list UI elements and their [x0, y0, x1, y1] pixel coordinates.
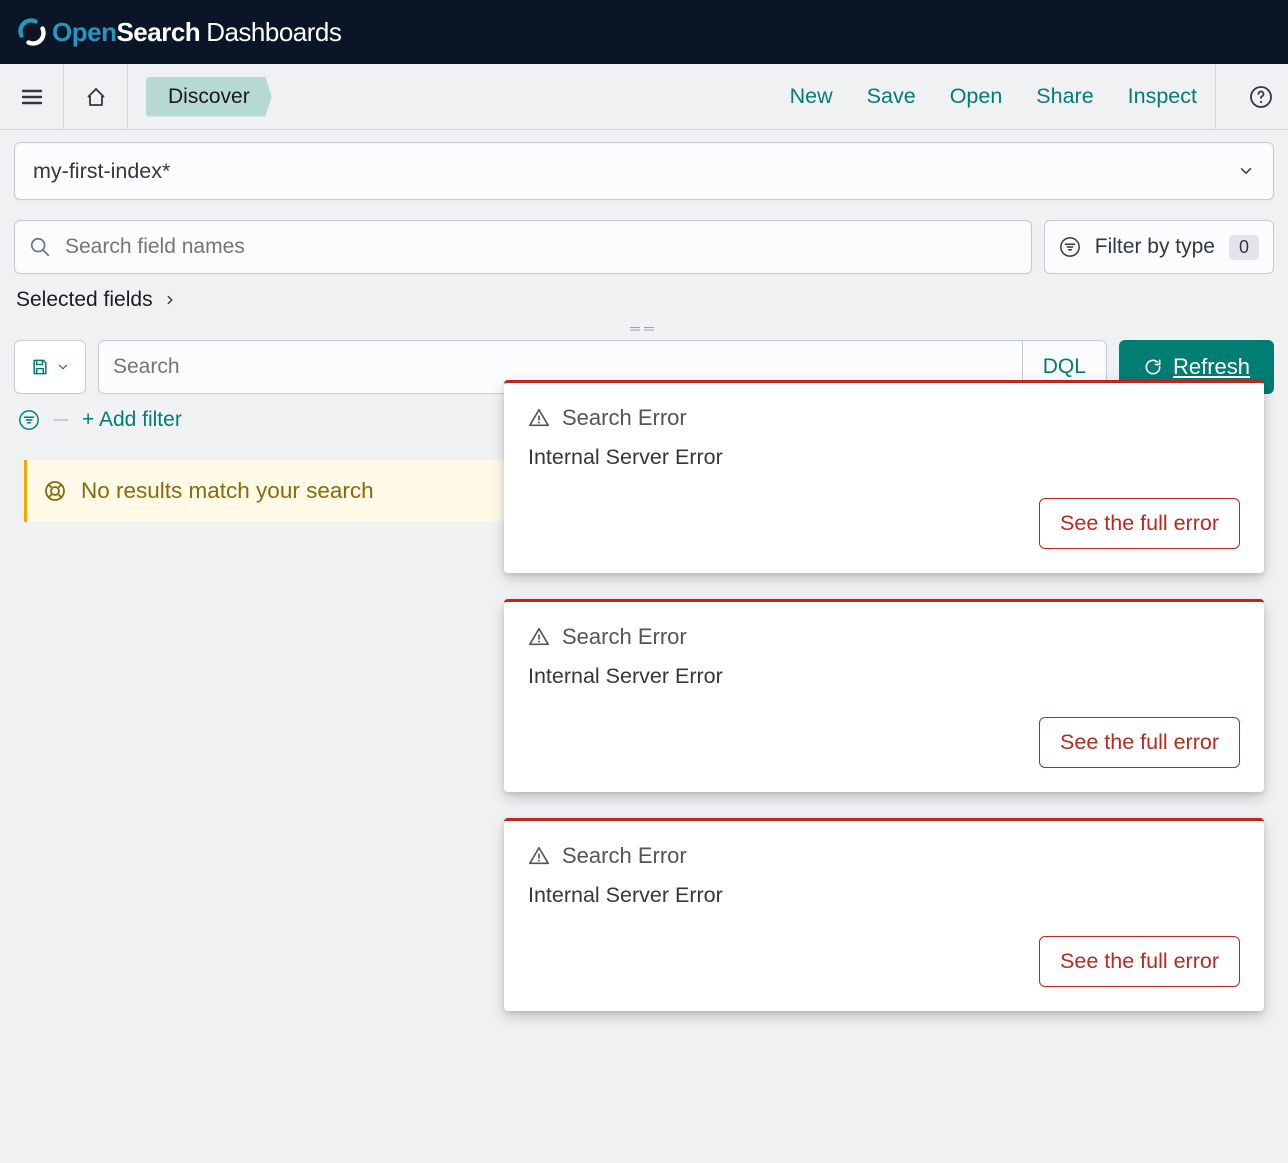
field-search-box[interactable]: [14, 220, 1032, 274]
home-icon: [84, 85, 108, 109]
refresh-label: Refresh: [1173, 354, 1250, 380]
chevron-down-icon: [1237, 162, 1255, 180]
callout-text: No results match your search: [81, 478, 374, 504]
tab-label: Discover: [168, 85, 250, 108]
brand-logo[interactable]: OpenSearchDashboards: [18, 17, 341, 48]
warning-icon: [528, 845, 550, 867]
chevron-down-icon: [56, 360, 70, 374]
selected-fields-toggle[interactable]: Selected fields: [14, 288, 1274, 312]
see-full-error-button[interactable]: See the full error: [1039, 717, 1240, 768]
toast-title-text: Search Error: [562, 405, 687, 431]
nav-share[interactable]: Share: [1036, 84, 1093, 109]
see-full-error-button[interactable]: See the full error: [1039, 936, 1240, 987]
toast-body-text: Internal Server Error: [528, 883, 1240, 908]
error-toast: Search Error Internal Server Error See t…: [504, 599, 1264, 792]
index-pattern-selector[interactable]: my-first-index*: [14, 142, 1274, 200]
selected-fields-label: Selected fields: [16, 288, 153, 312]
toast-title-text: Search Error: [562, 624, 687, 650]
nav-new[interactable]: New: [790, 84, 833, 109]
filter-divider: [54, 419, 68, 421]
search-icon: [29, 236, 51, 258]
nav-save[interactable]: Save: [867, 84, 916, 109]
add-filter-button[interactable]: + Add filter: [82, 408, 182, 432]
brand-dash: Dashboards: [206, 17, 341, 47]
warning-icon: [528, 407, 550, 429]
warning-icon: [528, 626, 550, 648]
help-button[interactable]: [1234, 64, 1288, 129]
brand-header: OpenSearchDashboards: [0, 0, 1288, 64]
saved-query-button[interactable]: [14, 340, 86, 394]
nav-open[interactable]: Open: [950, 84, 1003, 109]
filter-settings-icon[interactable]: [18, 409, 40, 431]
brand-text: OpenSearchDashboards: [52, 17, 341, 48]
field-search-row: Filter by type 0: [14, 220, 1274, 274]
query-input[interactable]: [99, 355, 1022, 379]
index-pattern-value: my-first-index*: [33, 159, 170, 184]
nav-links: New Save Open Share Inspect: [790, 64, 1197, 129]
toast-title-text: Search Error: [562, 843, 687, 869]
filter-by-type-button[interactable]: Filter by type 0: [1044, 220, 1274, 274]
error-toast: Search Error Internal Server Error See t…: [504, 380, 1264, 573]
toast-body-text: Internal Server Error: [528, 664, 1240, 689]
hamburger-icon: [20, 85, 44, 109]
brand-open: Open: [52, 17, 116, 47]
chevron-right-icon: [163, 293, 177, 307]
brand-search: Search: [116, 17, 200, 47]
help-icon: [1249, 85, 1273, 109]
app-nav-bar: Discover New Save Open Share Inspect: [0, 64, 1288, 130]
see-full-error-button[interactable]: See the full error: [1039, 498, 1240, 549]
home-button[interactable]: [64, 64, 128, 129]
filter-by-type-label: Filter by type: [1095, 235, 1215, 259]
toast-body-text: Internal Server Error: [528, 445, 1240, 470]
toast-stack: Search Error Internal Server Error See t…: [504, 380, 1264, 1011]
panel-splitter[interactable]: ══: [14, 320, 1274, 336]
nav-inspect[interactable]: Inspect: [1128, 84, 1197, 109]
error-toast: Search Error Internal Server Error See t…: [504, 818, 1264, 1011]
opensearch-logo-icon: [18, 18, 46, 46]
filter-icon: [1059, 236, 1081, 258]
lifebuoy-icon: [43, 479, 67, 503]
refresh-icon: [1143, 357, 1163, 377]
menu-toggle[interactable]: [0, 64, 64, 129]
save-icon: [30, 357, 50, 377]
field-search-input[interactable]: [65, 235, 1017, 259]
dql-label: DQL: [1043, 355, 1086, 379]
tab-discover[interactable]: Discover: [146, 77, 272, 117]
filter-count-badge: 0: [1229, 235, 1259, 260]
